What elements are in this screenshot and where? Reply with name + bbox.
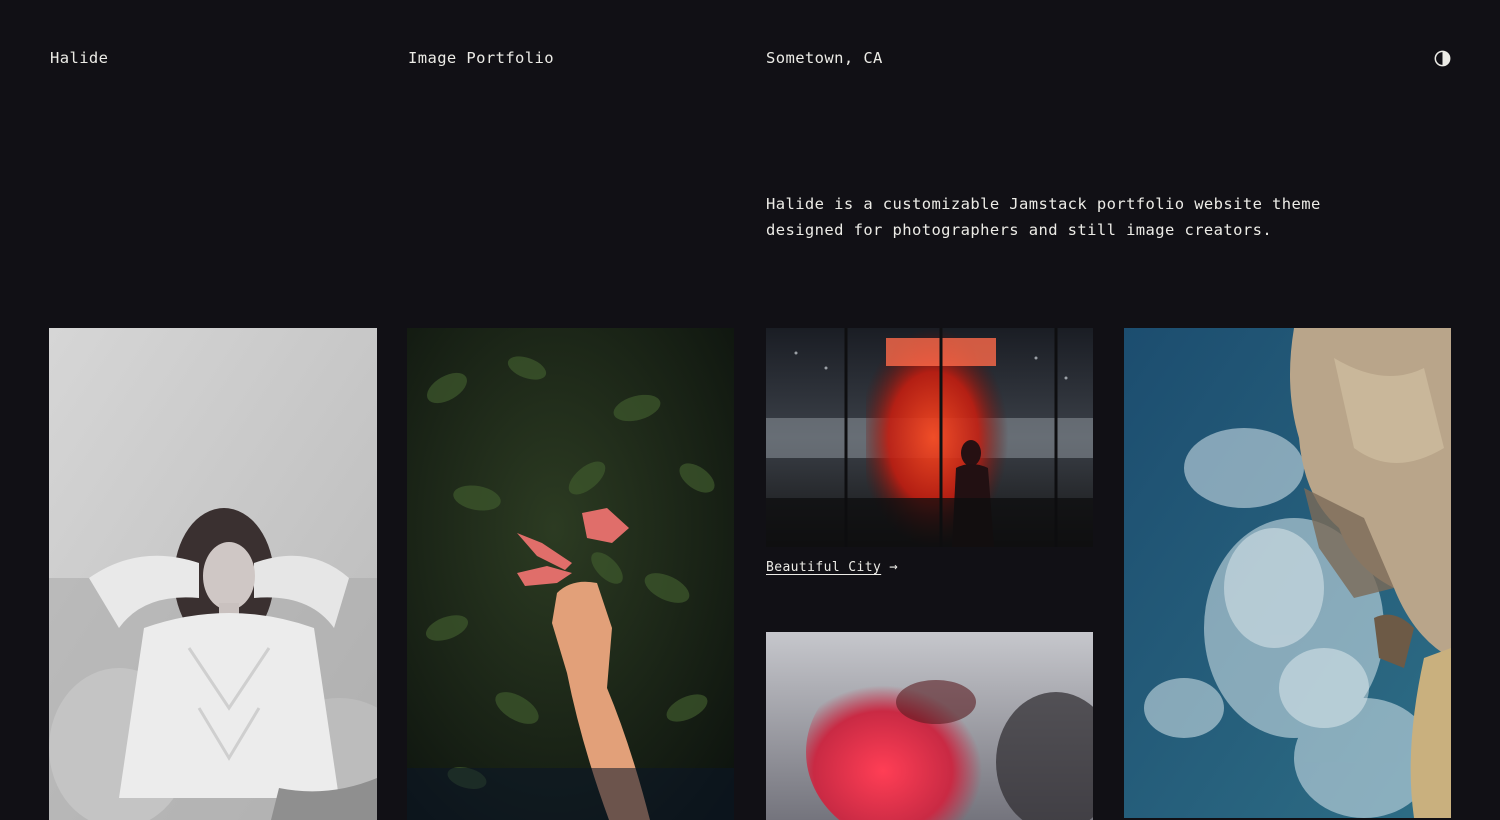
gallery-image-blur[interactable] [766,632,1093,820]
image-caption-link[interactable]: Beautiful City → [766,559,898,575]
gallery-image-city[interactable] [766,328,1093,547]
gallery-image-flower[interactable] [407,328,734,820]
gallery-image-coast[interactable] [1124,328,1451,818]
contrast-toggle-icon[interactable] [1434,50,1451,67]
arrow-right-icon: → [889,559,899,575]
gallery-image-portrait[interactable] [49,328,377,820]
caption-text[interactable]: Beautiful City [766,560,881,575]
site-name-link[interactable]: Halide [50,49,108,67]
intro-paragraph: Halide is a customizable Jamstack portfo… [766,194,1321,239]
location-text: Sometown, CA [766,49,883,67]
portfolio-page: Halide Image Portfolio Sometown, CA Hali… [0,0,1500,820]
site-title: Image Portfolio [408,49,554,67]
